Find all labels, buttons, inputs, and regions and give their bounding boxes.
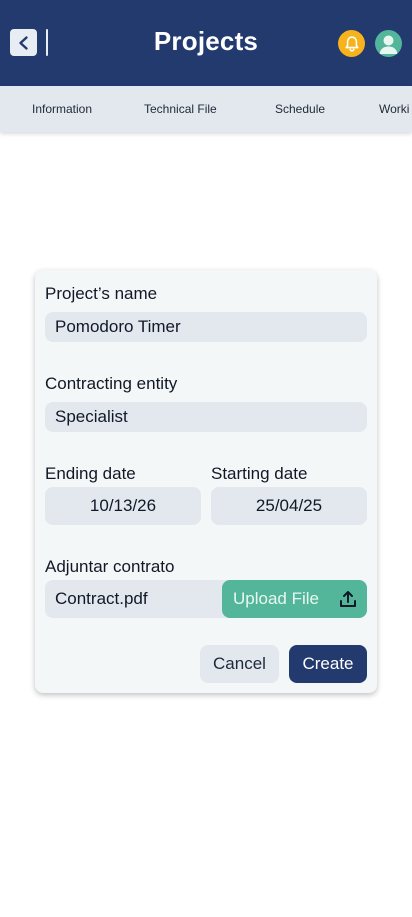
bell-icon [344, 35, 359, 52]
new-project-form: Project’s name Pomodoro Timer Contractin… [35, 270, 377, 693]
user-icon [379, 35, 398, 54]
cancel-button[interactable]: Cancel [200, 645, 279, 683]
starting-date-input[interactable]: 25/04/25 [211, 487, 367, 525]
tab-information[interactable]: Information [32, 102, 92, 116]
create-button[interactable]: Create [289, 645, 367, 683]
tab-schedule[interactable]: Schedule [275, 102, 325, 116]
profile-button[interactable] [375, 30, 402, 57]
tab-technical-file[interactable]: Technical File [144, 102, 217, 116]
ending-date-input[interactable]: 10/13/26 [45, 487, 201, 525]
upload-icon [340, 591, 356, 607]
starting-date-label: Starting date [211, 464, 308, 483]
project-name-label: Project’s name [45, 284, 158, 303]
ending-date-label: Ending date [45, 464, 136, 483]
upload-file-label: Upload File [233, 589, 319, 608]
contracting-entity-input[interactable]: Specialist [45, 402, 367, 432]
notifications-button[interactable] [338, 30, 365, 57]
contract-label: Adjuntar contrato [45, 557, 175, 576]
upload-file-button[interactable]: Upload File [222, 580, 367, 618]
app-header: Projects [0, 0, 412, 86]
contracting-entity-label: Contracting entity [45, 374, 178, 393]
tab-working[interactable]: Worki [379, 102, 409, 116]
contract-file-name: Contract.pdf [55, 589, 148, 608]
section-tabs: Information Technical File Schedule Work… [0, 86, 412, 132]
project-name-input[interactable]: Pomodoro Timer [45, 312, 367, 342]
